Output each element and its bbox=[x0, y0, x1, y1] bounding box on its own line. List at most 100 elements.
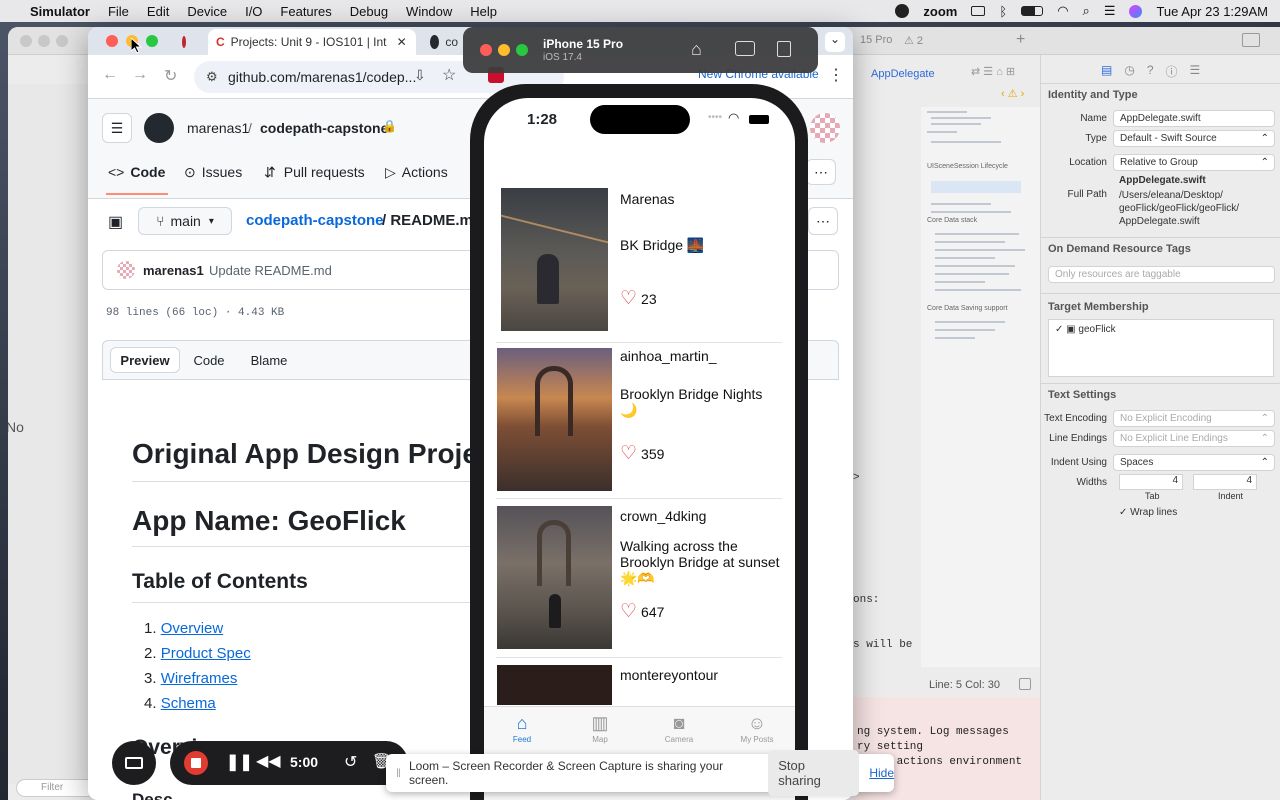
menu-icon[interactable]: ☰ bbox=[102, 113, 132, 143]
branch-selector[interactable]: ⑂ main ▾ bbox=[138, 207, 232, 235]
post-likes[interactable]: ♡ 647 bbox=[620, 600, 664, 623]
warning-count[interactable]: ⚠ 2 bbox=[904, 34, 923, 47]
menu-edit[interactable]: Edit bbox=[147, 4, 169, 19]
reload-icon[interactable]: ↻ bbox=[164, 66, 177, 86]
heart-icon[interactable]: ♡ bbox=[620, 600, 637, 623]
search-icon[interactable]: ⌕ bbox=[1083, 3, 1090, 19]
file-options-icon[interactable]: ⋯ bbox=[808, 207, 838, 235]
jump-file[interactable]: AppDelegate bbox=[871, 68, 935, 80]
close-icon[interactable] bbox=[106, 35, 118, 47]
clock[interactable]: Tue Apr 23 1:29AM bbox=[1156, 4, 1268, 19]
nav-issues[interactable]: ⊙ Issues bbox=[184, 161, 242, 183]
nav-code[interactable]: <> Code bbox=[108, 161, 165, 183]
type-select[interactable]: Default - Swift Source ⌃ bbox=[1113, 129, 1275, 147]
tab-github[interactable]: co bbox=[422, 29, 466, 55]
drag-handle-icon[interactable]: ‖ bbox=[396, 766, 401, 780]
post-image[interactable] bbox=[497, 665, 612, 705]
tab-width-field[interactable]: 4 bbox=[1119, 474, 1183, 490]
tab-projects[interactable]: C Projects: Unit 9 - IOS101 | Int ✕ bbox=[208, 29, 416, 55]
post-username[interactable]: crown_4dking bbox=[620, 508, 706, 524]
more-menu-icon[interactable]: ⋮ bbox=[828, 65, 844, 85]
minimize-icon[interactable] bbox=[498, 44, 510, 56]
zoom-icon[interactable] bbox=[146, 35, 158, 47]
hide-button[interactable]: Hide bbox=[869, 766, 894, 780]
more-nav-icon[interactable]: ⋯ bbox=[806, 159, 836, 185]
related-items-icon[interactable]: ⇄ ☰ ⌂ ⊞ bbox=[971, 65, 1015, 78]
tab-preview[interactable]: Preview bbox=[110, 347, 180, 373]
heart-icon[interactable]: ♡ bbox=[620, 287, 637, 310]
github-logo-icon[interactable] bbox=[144, 113, 174, 143]
inspector-toggle-icon[interactable] bbox=[1242, 33, 1260, 47]
indent-width-field[interactable]: 4 bbox=[1193, 474, 1257, 490]
post-likes[interactable]: ♡ 359 bbox=[620, 442, 664, 465]
camera-toggle[interactable] bbox=[112, 741, 156, 785]
avatar[interactable] bbox=[810, 113, 840, 143]
toc-link-product-spec[interactable]: Product Spec bbox=[161, 645, 251, 662]
zoom-icon[interactable] bbox=[56, 35, 68, 47]
rotate-icon[interactable] bbox=[777, 41, 791, 57]
zoom-icon[interactable] bbox=[516, 44, 528, 56]
list-item[interactable]: ainhoa_martin_ Brooklyn Bridge Nights 🌙 … bbox=[484, 346, 795, 496]
encoding-select[interactable]: No Explicit Encoding ⌃ bbox=[1113, 409, 1275, 427]
identity-icon[interactable]: ⓘ bbox=[1166, 63, 1178, 80]
menu-features[interactable]: Features bbox=[280, 4, 331, 19]
toc-link-overview[interactable]: Overview bbox=[161, 620, 224, 637]
tab-search-icon[interactable]: ⌄ bbox=[825, 32, 845, 52]
file-tree-icon[interactable]: ▣ bbox=[108, 212, 123, 232]
repo-name[interactable]: codepath-capstone bbox=[260, 120, 388, 136]
recording-icon[interactable] bbox=[895, 4, 910, 18]
bluetooth-icon[interactable]: ᛒ bbox=[999, 4, 1007, 19]
menu-device[interactable]: Device bbox=[187, 4, 227, 19]
toc-link-wireframes[interactable]: Wireframes bbox=[161, 670, 238, 687]
list-item[interactable]: Marenas BK Bridge 🌉 ♡ 23 bbox=[484, 186, 795, 336]
indent-select[interactable]: Spaces ⌃ bbox=[1113, 453, 1275, 471]
panel-toggle-icon[interactable] bbox=[1019, 678, 1031, 690]
tab-map[interactable]: ▥ Map bbox=[570, 713, 630, 744]
menu-file[interactable]: File bbox=[108, 4, 129, 19]
stop-record-button[interactable] bbox=[184, 751, 208, 775]
bookmark-star-icon[interactable]: ☆ bbox=[442, 65, 456, 85]
post-username[interactable]: montereyontour bbox=[620, 667, 718, 683]
attributes-icon[interactable]: ☰ bbox=[1190, 63, 1201, 80]
inspector-tabs[interactable]: ▤ ◷ ? ⓘ ☰ bbox=[1101, 63, 1200, 80]
nav-pull-requests[interactable]: ⇵ Pull requests bbox=[264, 161, 365, 183]
target-list[interactable]: ✓ ▣ geoFlick bbox=[1048, 319, 1274, 377]
post-username[interactable]: ainhoa_martin_ bbox=[620, 348, 717, 364]
breadcrumb-repo[interactable]: codepath-capstone bbox=[246, 212, 384, 229]
help-icon[interactable]: ? bbox=[1147, 63, 1154, 80]
close-icon[interactable] bbox=[480, 44, 492, 56]
file-icon[interactable]: ▤ bbox=[1101, 63, 1112, 80]
run-destination[interactable]: 15 Pro bbox=[860, 34, 892, 46]
rewind-button[interactable]: ◀◀ bbox=[256, 751, 281, 771]
restart-button[interactable]: ↺ bbox=[344, 752, 357, 772]
checkbox-icon[interactable]: ✓ bbox=[1055, 324, 1063, 335]
line-endings-select[interactable]: No Explicit Line Endings ⌃ bbox=[1113, 429, 1275, 447]
odr-tags-field[interactable]: Only resources are taggable bbox=[1048, 265, 1275, 283]
filter-field[interactable]: Filter bbox=[16, 779, 96, 797]
list-item[interactable]: crown_4dking Walking across the Brooklyn… bbox=[484, 504, 795, 654]
tab-camera[interactable]: ◙ Camera bbox=[649, 713, 709, 744]
stop-sharing-button[interactable]: Stop sharing bbox=[768, 750, 860, 796]
post-likes[interactable]: ♡ 23 bbox=[620, 287, 657, 310]
zoom-label[interactable]: zoom bbox=[923, 4, 957, 19]
menu-debug[interactable]: Debug bbox=[350, 4, 388, 19]
battery-icon[interactable] bbox=[1021, 6, 1044, 16]
tab-feed[interactable]: ⌂ Feed bbox=[492, 713, 552, 744]
forward-icon[interactable]: → bbox=[132, 66, 148, 84]
nav-actions[interactable]: ▷ Actions bbox=[385, 161, 448, 183]
tab-blame[interactable]: Blame bbox=[241, 347, 297, 373]
commit-message[interactable]: Update README.md bbox=[209, 263, 332, 278]
keyboard-icon[interactable] bbox=[971, 6, 986, 16]
post-image[interactable] bbox=[497, 348, 612, 491]
tab-code[interactable]: Code bbox=[183, 347, 235, 373]
post-image[interactable] bbox=[497, 506, 612, 649]
menu-app-name[interactable]: Simulator bbox=[30, 4, 90, 19]
toc-link-schema[interactable]: Schema bbox=[161, 695, 216, 712]
install-icon[interactable]: ⇩ bbox=[414, 67, 426, 84]
author-avatar[interactable] bbox=[117, 261, 135, 279]
tab-my-posts[interactable]: ☺ My Posts bbox=[727, 713, 787, 744]
repo-owner[interactable]: marenas1 bbox=[187, 120, 249, 136]
menu-io[interactable]: I/O bbox=[245, 4, 262, 19]
name-field[interactable]: AppDelegate.swift bbox=[1113, 109, 1275, 127]
jump-bar[interactable]: AppDelegate ⇄ ☰ ⌂ ⊞ ‹ ⚠ › bbox=[853, 57, 1043, 100]
